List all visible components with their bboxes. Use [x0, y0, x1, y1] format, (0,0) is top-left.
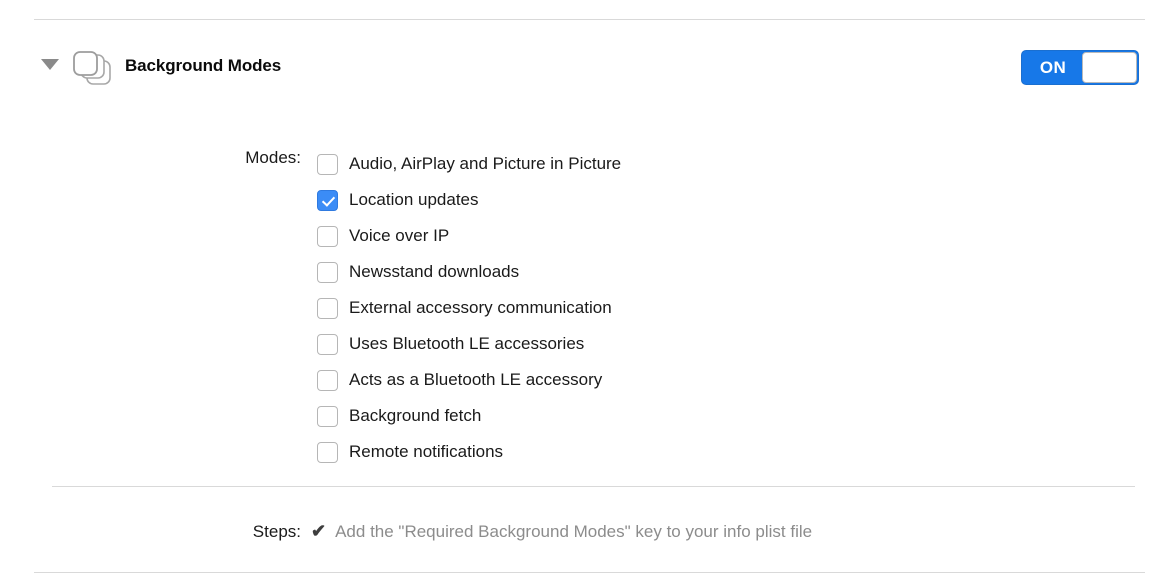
step-description: Add the "Required Background Modes" key …	[335, 522, 813, 541]
list-item[interactable]: Location updates	[317, 182, 621, 218]
page-title: Background Modes	[125, 56, 282, 75]
list-item-label: Audio, AirPlay and Picture in Picture	[349, 154, 622, 173]
capability-toggle[interactable]: ON	[1021, 50, 1139, 85]
list-item-label: Background fetch	[349, 406, 482, 425]
checkbox-audio-airplay-picture-in-picture[interactable]	[317, 153, 338, 175]
checkbox-newsstand-downloads[interactable]	[317, 261, 338, 283]
list-item-label: Newsstand downloads	[349, 262, 520, 281]
list-item[interactable]: Remote notifications	[317, 434, 621, 470]
list-item[interactable]: Voice over IP	[317, 218, 621, 254]
layered-squares-icon	[68, 44, 116, 92]
checkbox-uses-bluetooth-le-accessories[interactable]	[317, 333, 338, 355]
toggle-state-label: ON	[1039, 58, 1067, 77]
list-item[interactable]: Audio, AirPlay and Picture in Picture	[317, 146, 621, 182]
triangle-down-icon[interactable]	[41, 59, 59, 70]
checkbox-location-updates[interactable]	[317, 189, 338, 211]
checkbox-voice-over-ip[interactable]	[317, 225, 338, 247]
list-item[interactable]: Newsstand downloads	[317, 254, 621, 290]
list-item-label: Remote notifications	[349, 442, 504, 461]
bottom-divider	[34, 572, 1145, 573]
checkbox-background-fetch[interactable]	[317, 405, 338, 427]
list-item: ✔ Add the "Required Background Modes" ke…	[311, 522, 812, 542]
checkbox-external-accessory-communication[interactable]	[317, 297, 338, 319]
checkbox-remote-notifications[interactable]	[317, 441, 338, 463]
list-item-label: External accessory communication	[349, 298, 612, 317]
list-item-label: Location updates	[349, 190, 479, 209]
checkmark-icon: ✔	[311, 521, 327, 541]
list-item-label: Voice over IP	[349, 226, 450, 245]
modes-checkbox-list: Audio, AirPlay and Picture in Picture Lo…	[317, 146, 621, 470]
capability-header: Background Modes ON	[0, 42, 1164, 94]
checkbox-acts-as-a-bluetooth-le-accessory[interactable]	[317, 369, 338, 391]
steps-label: Steps:	[252, 522, 301, 541]
list-item[interactable]: External accessory communication	[317, 290, 621, 326]
top-divider	[34, 19, 1145, 20]
list-item[interactable]: Acts as a Bluetooth LE accessory	[317, 362, 621, 398]
toggle-knob[interactable]	[1082, 52, 1137, 83]
list-item[interactable]: Background fetch	[317, 398, 621, 434]
modes-label: Modes:	[245, 148, 301, 167]
list-item[interactable]: Uses Bluetooth LE accessories	[317, 326, 621, 362]
list-item-label: Uses Bluetooth LE accessories	[349, 334, 585, 353]
list-item-label: Acts as a Bluetooth LE accessory	[349, 370, 603, 389]
steps-divider	[52, 486, 1135, 487]
